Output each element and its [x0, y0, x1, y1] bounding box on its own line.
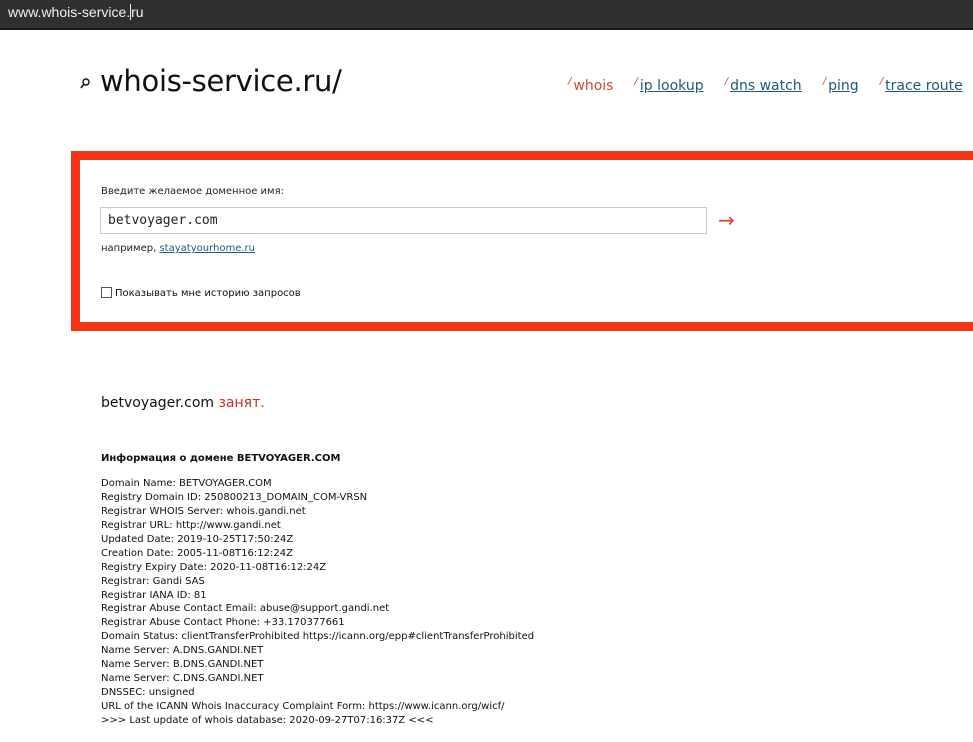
nav-item-dns-watch[interactable]: / dns watch — [725, 76, 802, 94]
example-link[interactable]: stayatyourhome.ru — [159, 243, 255, 254]
whois-line: Registrar Abuse Contact Phone: +33.17037… — [101, 617, 345, 629]
result-summary: betvoyager.com занят. — [101, 395, 265, 411]
whois-record: Domain Name: BETVOYAGER.COM Registry Dom… — [101, 477, 534, 728]
whois-line: Updated Date: 2019-10-25T17:50:24Z — [101, 533, 294, 545]
whois-line: Name Server: C.DNS.GANDI.NET — [101, 673, 264, 685]
whois-line: Registry Expiry Date: 2020-11-08T16:12:2… — [101, 561, 327, 573]
domain-prompt-label: Введите желаемое доменное имя: — [101, 186, 284, 197]
nav-item-ping[interactable]: / ping — [823, 76, 859, 94]
whois-line: >>> Last update of whois database: 2020-… — [101, 714, 434, 726]
whois-line: Registrar: Gandi SAS — [101, 575, 205, 587]
history-label: Показывать мне историю запросов — [115, 288, 301, 299]
result-domain: betvoyager.com — [101, 395, 215, 411]
search-icon — [80, 78, 90, 89]
whois-line: Domain Status: clientTransferProhibited … — [101, 631, 535, 643]
history-checkbox[interactable] — [101, 287, 112, 298]
result-status: занят. — [218, 395, 265, 411]
site-logo[interactable]: whois-service.ru/ — [100, 64, 342, 98]
example-hint: например, stayatyourhome.ru — [101, 243, 255, 254]
whois-line: Name Server: A.DNS.GANDI.NET — [101, 645, 264, 657]
arrow-right-icon[interactable]: → — [718, 207, 735, 233]
whois-line: DNSSEC: unsigned — [101, 687, 195, 699]
whois-line: Creation Date: 2005-11-08T16:12:24Z — [101, 547, 293, 559]
address-url[interactable]: www.whois-service.ru — [8, 4, 144, 20]
whois-line: Domain Name: BETVOYAGER.COM — [101, 478, 272, 489]
whois-line: Registrar IANA ID: 81 — [101, 589, 207, 601]
address-bar[interactable]: www.whois-service.ru — [0, 0, 973, 30]
whois-line: Name Server: B.DNS.GANDI.NET — [101, 659, 264, 671]
search-form-highlight — [71, 151, 973, 331]
domain-input[interactable] — [100, 207, 707, 234]
nav-item-trace-route[interactable]: / trace route — [880, 76, 963, 94]
nav-item-ip-lookup[interactable]: / ip lookup — [635, 76, 704, 94]
whois-line: URL of the ICANN Whois Inaccuracy Compla… — [101, 701, 505, 712]
whois-line: Registry Domain ID: 250800213_DOMAIN_COM… — [101, 491, 368, 503]
whois-line: Registrar URL: http://www.gandi.net — [101, 519, 281, 531]
domain-info-title: Информация о домене BETVOYAGER.COM — [101, 453, 341, 464]
nav-item-whois[interactable]: / whois — [568, 76, 613, 94]
whois-line: Registrar WHOIS Server: whois.gandi.net — [101, 505, 306, 517]
main-nav: / whois / ip lookup / dns watch / ping / trac… — [568, 75, 973, 94]
history-toggle[interactable]: Показывать мне историю запросов — [101, 287, 301, 299]
whois-line: Registrar Abuse Contact Email: abuse@sup… — [101, 603, 390, 615]
